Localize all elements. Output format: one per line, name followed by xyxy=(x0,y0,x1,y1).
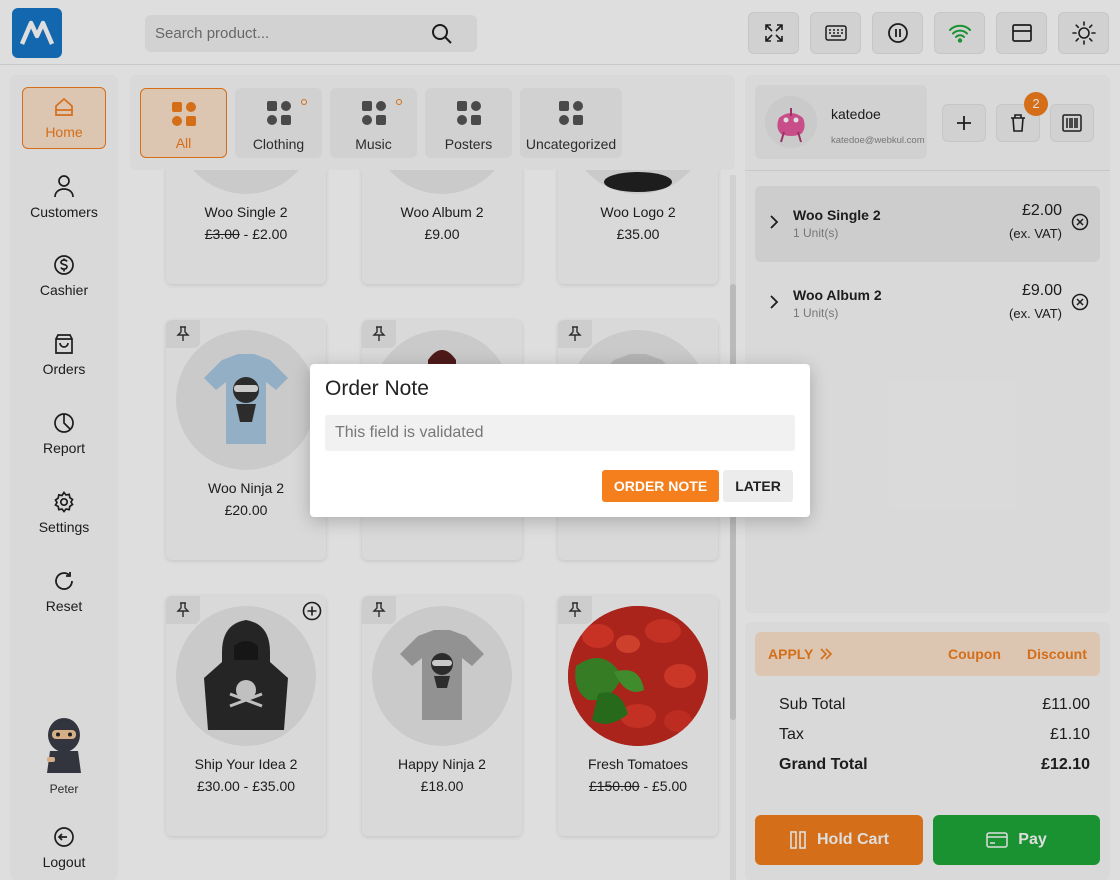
order-note-input[interactable] xyxy=(325,415,795,451)
later-button[interactable]: LATER xyxy=(723,470,793,502)
order-note-dialog: Order Note ORDER NOTE LATER xyxy=(310,364,810,517)
order-note-button[interactable]: ORDER NOTE xyxy=(602,470,719,502)
dialog-title: Order Note xyxy=(325,377,429,400)
